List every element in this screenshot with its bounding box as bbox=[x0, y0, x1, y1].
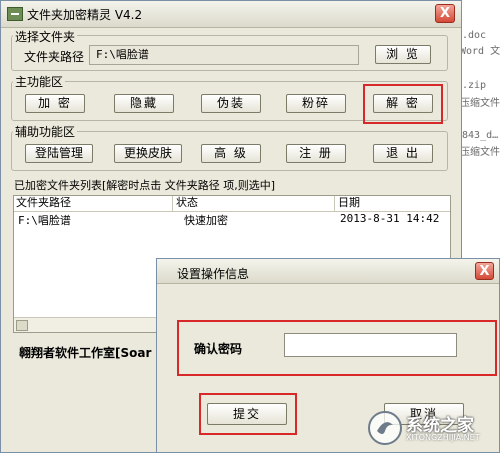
bg-file-zip-type: 压缩文件 bbox=[460, 98, 500, 109]
main-titlebar: 文件夹加密精灵 V4.2 X bbox=[1, 1, 461, 28]
folder-path-label: 文件夹路径 bbox=[24, 50, 85, 64]
bg-file-6843-type: 压缩文件 bbox=[460, 147, 500, 158]
scroll-left-arrow[interactable] bbox=[16, 320, 28, 331]
col-divider-1 bbox=[172, 196, 173, 211]
aux-function-label: 辅助功能区 bbox=[13, 123, 78, 140]
bg-file-doc: .doc bbox=[462, 30, 487, 41]
highlight-decrypt bbox=[363, 84, 443, 124]
folder-path-field[interactable]: F:\唱脸谱 bbox=[89, 45, 359, 65]
main-close-button[interactable]: X bbox=[435, 4, 455, 23]
dialog-titlebar: 设置操作信息 X bbox=[157, 259, 499, 284]
watermark-logo-icon bbox=[368, 411, 402, 445]
register-button[interactable]: 注 册 bbox=[286, 144, 346, 163]
col-header-status[interactable]: 状态 bbox=[176, 196, 198, 211]
dialog-close-button[interactable]: X bbox=[475, 262, 494, 280]
bg-file-doc-type: Word 文档 bbox=[460, 46, 500, 57]
encrypted-list-label: 已加密文件夹列表[解密时点击 文件夹路径 项,则选中] bbox=[14, 179, 276, 192]
col-header-path[interactable]: 文件夹路径 bbox=[16, 196, 71, 211]
shred-button[interactable]: 粉碎 bbox=[286, 94, 346, 113]
encrypt-button[interactable]: 加 密 bbox=[25, 94, 85, 113]
site-watermark: 系统之家 XITONGZHIJIA.NET bbox=[366, 409, 494, 447]
col-divider-2 bbox=[334, 196, 335, 211]
highlight-password bbox=[177, 320, 497, 376]
dialog-title: 设置操作信息 bbox=[177, 267, 250, 281]
exit-button[interactable]: 退 出 bbox=[373, 144, 433, 163]
browse-button[interactable]: 浏 览 bbox=[375, 45, 431, 64]
main-window-title: 文件夹加密精灵 V4.2 bbox=[27, 8, 143, 22]
watermark-subtext: XITONGZHIJIA.NET bbox=[406, 433, 480, 442]
main-function-label: 主功能区 bbox=[13, 73, 66, 90]
select-folder-label: 选择文件夹 bbox=[13, 28, 78, 45]
table-row-path[interactable]: F:\唱脸谱 bbox=[18, 212, 71, 228]
hide-button[interactable]: 隐藏 bbox=[114, 94, 174, 113]
bg-file-zip: .zip bbox=[462, 80, 487, 91]
highlight-submit bbox=[199, 393, 297, 435]
col-header-date[interactable]: 日期 bbox=[338, 196, 360, 211]
footer-studio-text: 翱翔者软件工作室[Soar bbox=[19, 346, 152, 360]
disguise-button[interactable]: 伪装 bbox=[201, 94, 261, 113]
bg-file-6843: 6843_d… bbox=[456, 130, 499, 141]
advanced-button[interactable]: 高 级 bbox=[201, 144, 261, 163]
table-row-date[interactable]: 2013-8-31 14:42 bbox=[340, 212, 439, 225]
app-icon bbox=[7, 7, 23, 21]
change-skin-button[interactable]: 更换皮肤 bbox=[114, 144, 182, 163]
table-row-status[interactable]: 快速加密 bbox=[184, 212, 228, 228]
login-manage-button[interactable]: 登陆管理 bbox=[25, 144, 93, 163]
